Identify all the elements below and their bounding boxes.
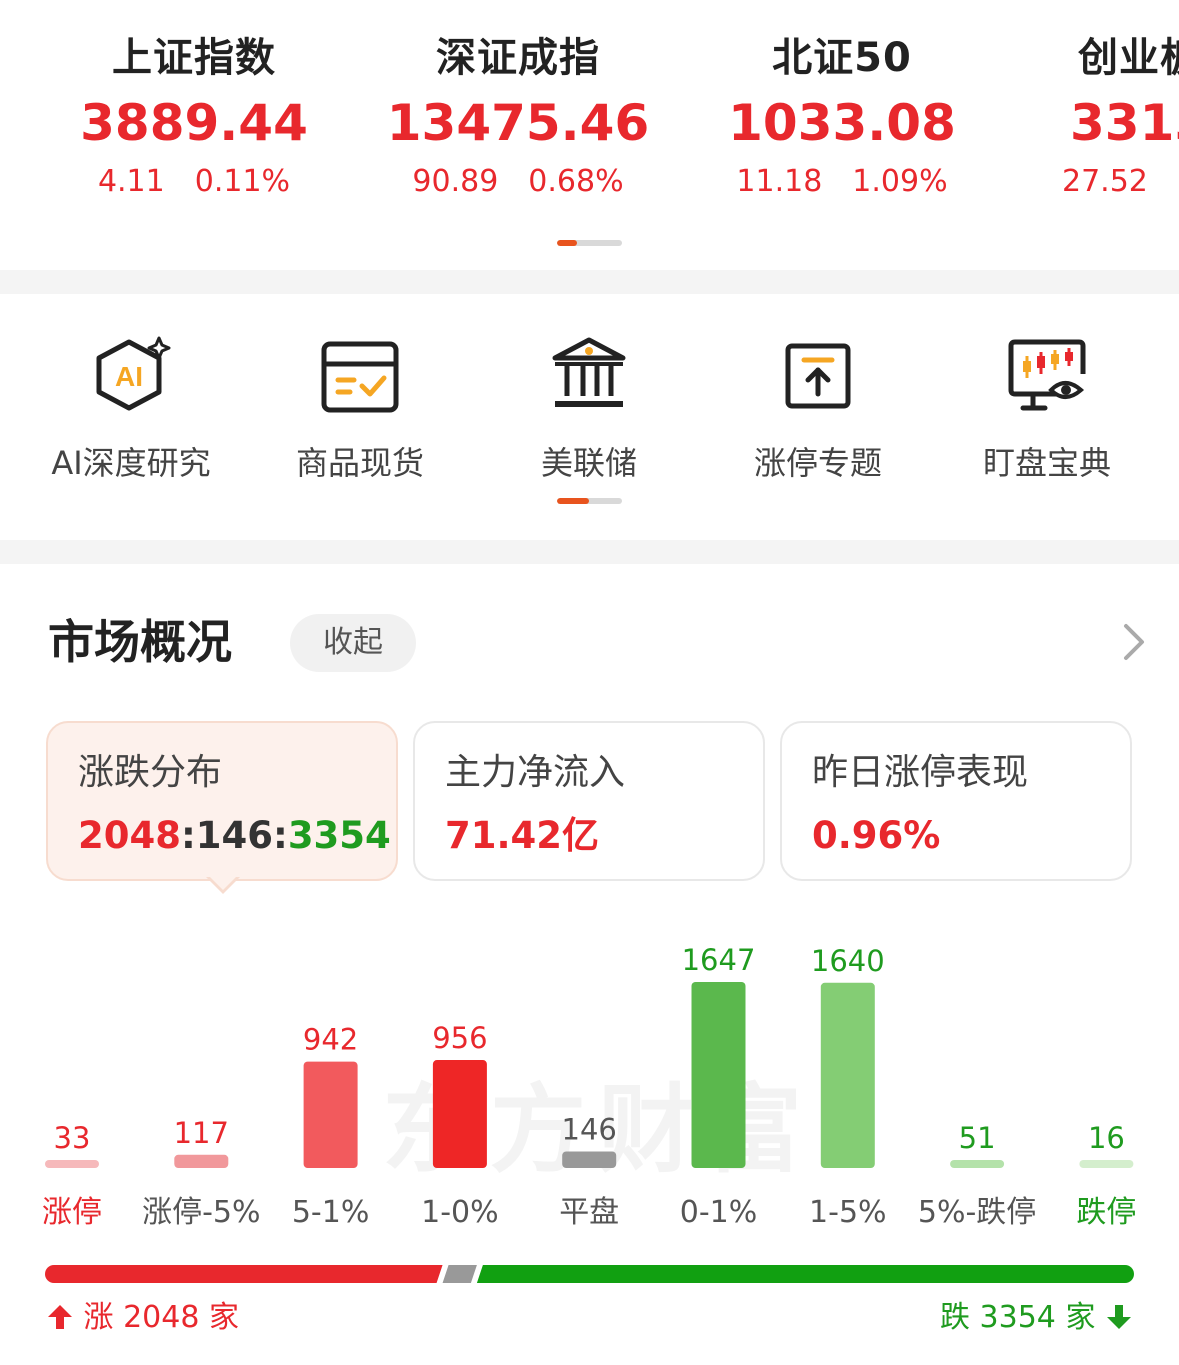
shortcut-label: 商品现货 [295, 444, 424, 482]
category-label: 5%-跌停 [918, 1195, 1036, 1230]
index-card-cyb[interactable]: 创业板指 3313 27.52 [1032, 30, 1179, 199]
bar-8 [1079, 1160, 1134, 1168]
index-name: 北证50 [772, 35, 912, 81]
shortcut-label: 盯盘宝典 [982, 444, 1111, 482]
index-change: 11.18 1.09% [736, 164, 948, 199]
collapse-button[interactable]: 收起 [290, 614, 416, 672]
arrow-up-icon [48, 1305, 72, 1329]
shortcut-label: 美联储 [540, 444, 637, 482]
shortcut-commodity[interactable]: 商品现货 [250, 334, 470, 484]
bar-2 [303, 1061, 358, 1168]
bar-6 [820, 982, 875, 1168]
bar-0 [45, 1160, 99, 1168]
ai-research-icon: AI [96, 336, 171, 411]
shortcut-watch-guide[interactable]: 盯盘宝典 [937, 334, 1157, 484]
card-value: 0.96% [812, 814, 941, 857]
card-yesterday-limit-up[interactable]: 昨日涨停表现 0.96% [780, 721, 1132, 881]
card-pointer [206, 875, 240, 894]
ratio-segment-flat [442, 1265, 477, 1283]
rise-fall-distribution-chart: 33 涨停 117 涨停-5% 942 5-1% 956 1-0% 146 平盘 1647 0-1% 1… [42, 943, 1136, 1230]
card-main-net-inflow[interactable]: 主力净流入 71.42亿 [413, 721, 765, 881]
category-label: 5-1% [292, 1195, 370, 1230]
category-label: 平盘 [559, 1195, 619, 1230]
bar-value-label: 33 [54, 1121, 91, 1155]
card-value: 71.42亿 [445, 814, 600, 857]
index-card-sh[interactable]: 上证指数 3889.44 4.11 0.11% [44, 30, 344, 199]
shortcut-ai-research[interactable]: AI AI深度研究 [21, 334, 241, 484]
bar-value-label: 51 [959, 1121, 996, 1155]
card-rise-fall-distribution[interactable]: 涨跌分布 2048:146:3354 [46, 721, 398, 881]
shortcut-fed[interactable]: 美联储 [479, 334, 699, 484]
index-change: 27.52 [1062, 164, 1148, 199]
shortcut-page-indicator [557, 498, 622, 504]
bar-value-label: 942 [303, 1023, 358, 1057]
index-card-sz[interactable]: 深证成指 13475.46 90.89 0.68% [368, 30, 668, 199]
divider [0, 270, 1179, 294]
card-title: 涨跌分布 [78, 752, 223, 793]
index-card-bz50[interactable]: 北证50 1033.08 11.18 1.09% [692, 30, 992, 199]
category-label: 涨停 [42, 1195, 102, 1230]
index-name: 深证成指 [436, 35, 600, 81]
ratio-segment-down [476, 1265, 1134, 1283]
divider [0, 540, 1179, 564]
card-title: 主力净流入 [445, 752, 626, 793]
index-name: 创业板指 [1078, 35, 1179, 81]
ratio-segment-up [45, 1265, 443, 1283]
shortcut-limit-up[interactable]: 涨停专题 [708, 334, 928, 484]
index-name: 上证指数 [112, 35, 276, 81]
category-label: 0-1% [680, 1195, 758, 1230]
category-label: 涨停-5% [142, 1195, 260, 1230]
svg-text:AI: AI [115, 361, 143, 392]
category-label: 1-0% [421, 1195, 499, 1230]
bar-7 [950, 1160, 1005, 1168]
index-change: 4.11 0.11% [97, 164, 291, 199]
limit-up-icon [785, 343, 851, 409]
rise-count: 涨 2048 家 [46, 1292, 239, 1336]
fall-count: 跌 3354 家 [940, 1292, 1133, 1336]
index-value: 13475.46 [386, 94, 650, 152]
index-change: 90.89 0.68% [412, 164, 624, 199]
index-value: 3889.44 [80, 94, 308, 152]
index-value: 3313 [1070, 94, 1179, 152]
monitor-candlestick-icon [1008, 339, 1086, 411]
shortcut-label: 涨停专题 [753, 444, 882, 482]
bar-value-label: 1647 [682, 943, 756, 977]
bar-value-label: 117 [174, 1116, 229, 1150]
bar-5 [691, 981, 746, 1168]
index-ticker[interactable]: 上证指数 3889.44 4.11 0.11% 深证成指 13475.46 90.… [0, 0, 1179, 270]
rise-flat-fall-ratio: 2048:146:3354 [78, 814, 391, 857]
index-value: 1033.08 [728, 94, 956, 152]
bar-4 [562, 1151, 617, 1168]
category-label: 跌停 [1076, 1195, 1136, 1230]
rise-fall-ratio-bar [45, 1265, 1134, 1283]
shortcut-label: AI深度研究 [51, 444, 211, 482]
bar-value-label: 16 [1088, 1121, 1125, 1155]
bar-value-label: 146 [562, 1113, 617, 1147]
arrow-down-icon [1107, 1305, 1131, 1329]
market-overview-title: 市场概况 [48, 615, 232, 669]
ticker-page-indicator [557, 240, 622, 246]
category-label: 1-5% [809, 1195, 887, 1230]
commodity-box-icon [321, 341, 399, 413]
card-title: 昨日涨停表现 [812, 752, 1029, 793]
shortcut-grid: AI AI深度研究 商品现货 美联储 涨停专题 盯盘宝典 [0, 294, 1179, 540]
bar-value-label: 956 [432, 1021, 487, 1055]
bar-3 [432, 1060, 487, 1168]
bank-building-icon [552, 337, 626, 407]
chevron-right-icon[interactable] [1118, 622, 1148, 662]
bar-1 [174, 1154, 229, 1168]
bar-value-label: 1640 [811, 944, 885, 978]
